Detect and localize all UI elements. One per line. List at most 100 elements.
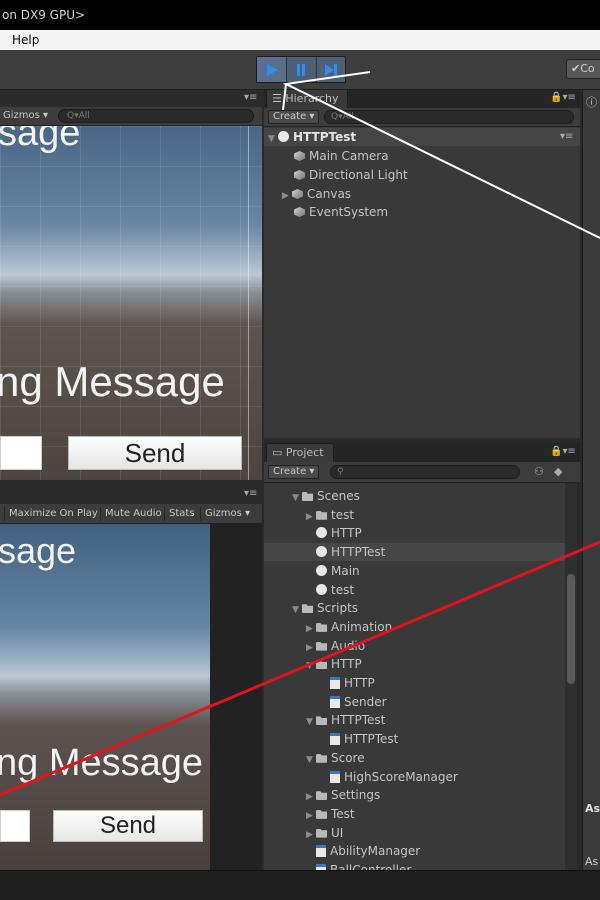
play-button[interactable] [257, 57, 287, 82]
collab-button[interactable]: ✔Co [566, 59, 600, 79]
unity-scene-icon [316, 583, 327, 595]
menu-help[interactable]: Help [12, 30, 39, 50]
panel-menu-icon[interactable]: ▾≡ [244, 92, 257, 103]
hierarchy-item-directional-light[interactable]: Directional Light [294, 166, 408, 184]
mute-audio-toggle[interactable]: Mute Audio [100, 507, 162, 521]
hierarchy-item-canvas[interactable]: ▶ Canvas [282, 185, 351, 203]
game-letterbox [210, 524, 262, 870]
project-folder[interactable]: ▼ Score [306, 749, 365, 767]
csharp-script-icon [330, 695, 340, 708]
scene-title-text: sage [0, 126, 81, 154]
root-menu-icon[interactable]: ▾≡ [560, 128, 573, 146]
unity-scene-icon [278, 131, 289, 142]
project-script-asset[interactable]: Sender [320, 693, 387, 711]
game-viewport[interactable]: sage ng Message Send [0, 524, 210, 870]
hierarchy-item-label: EventSystem [309, 205, 389, 219]
folder-icon [316, 791, 327, 801]
folder-icon [302, 492, 313, 501]
expand-arrow-icon[interactable]: ▶ [306, 508, 316, 526]
maximize-on-play-toggle[interactable]: Maximize On Play [4, 507, 98, 521]
project-script-asset[interactable]: HTTPTest [320, 730, 398, 748]
project-search-input[interactable]: ⚲ [330, 465, 520, 479]
hierarchy-toolbar: Create ▾ Q▾All [264, 108, 580, 127]
project-folder[interactable]: ▶ Audio [306, 637, 365, 655]
expand-arrow-icon[interactable]: ▶ [306, 826, 316, 844]
project-scrollbar[interactable] [565, 484, 577, 870]
collab-label: Co [580, 62, 595, 75]
window-title: on DX9 GPU> [2, 8, 86, 22]
tab-hierarchy[interactable]: ☰ Hierarchy [266, 89, 348, 108]
folder-icon [302, 604, 313, 614]
project-scene-asset[interactable]: test [306, 581, 354, 599]
project-folder[interactable]: ▶ test [306, 506, 354, 524]
expand-arrow-icon[interactable]: ▶ [282, 187, 292, 205]
expand-arrow-icon[interactable]: ▶ [306, 620, 316, 638]
project-folder[interactable]: ▼ Scenes [292, 487, 360, 505]
project-folder[interactable]: ▶ Test [306, 805, 355, 823]
scene-gizmos-dropdown[interactable]: Gizmos ▾ [3, 110, 48, 121]
pause-button[interactable] [286, 57, 315, 82]
project-script-asset[interactable]: HighScoreManager [320, 768, 458, 786]
expand-arrow-icon[interactable]: ▶ [306, 788, 316, 806]
expand-arrow-icon[interactable]: ▼ [292, 489, 302, 507]
panel-menu-icon[interactable]: ▾≡ [244, 488, 257, 499]
tab-project[interactable]: ▭ Project [266, 443, 334, 462]
folder-icon [316, 716, 327, 726]
scene-panel-header: ▾≡ [0, 90, 262, 107]
project-folder[interactable]: ▶ Animation [306, 618, 392, 636]
filter-by-type-icon[interactable]: ⚇ [534, 465, 544, 478]
project-item-label: HTTPTest [331, 713, 386, 728]
folder-icon [316, 828, 327, 838]
project-item-label: HTTPTest [344, 732, 399, 747]
hierarchy-item-label: Main Camera [309, 149, 389, 163]
project-tab-label: Project [285, 446, 324, 459]
project-scene-asset[interactable]: Main [306, 562, 360, 580]
hierarchy-search-input[interactable]: Q▾All [324, 110, 574, 124]
game-gizmos-dropdown[interactable]: Gizmos ▾ [200, 507, 250, 521]
scene-toolbar: Gizmos ▾ Q▾All [0, 107, 262, 126]
scrollbar-thumb[interactable] [567, 574, 575, 684]
expand-arrow-icon[interactable]: ▼ [306, 751, 316, 769]
hierarchy-item-main-camera[interactable]: Main Camera [294, 147, 389, 165]
csharp-script-icon [330, 770, 340, 783]
expand-arrow-icon[interactable]: ▼ [268, 130, 278, 148]
game-message-input[interactable] [0, 810, 30, 842]
lock-icon[interactable]: 🔒▾≡ [550, 92, 576, 103]
filter-by-label-icon[interactable]: ◆ [554, 465, 562, 478]
hierarchy-tab-icon: ☰ [272, 92, 286, 105]
project-item-label: AbilityManager [330, 844, 421, 859]
project-folder[interactable]: ▼ HTTP [306, 655, 362, 673]
expand-arrow-icon[interactable]: ▶ [306, 639, 316, 657]
project-folder[interactable]: ▼ HTTPTest [306, 711, 385, 729]
hierarchy-root-scene[interactable]: ▼ HTTPTest ▾≡ [264, 128, 580, 146]
expand-arrow-icon[interactable]: ▼ [292, 601, 302, 619]
lock-icon[interactable]: 🔒▾≡ [550, 446, 576, 457]
project-folder[interactable]: ▶ UI [306, 824, 343, 842]
expand-arrow-icon[interactable]: ▶ [306, 807, 316, 825]
csharp-script-icon [330, 677, 340, 689]
project-item-label: test [331, 582, 355, 597]
project-scene-asset[interactable]: HTTP [306, 524, 362, 542]
project-item-label: HTTPTest [331, 545, 386, 560]
project-create-dropdown[interactable]: Create ▾ [268, 465, 320, 479]
scene-viewport[interactable]: sage ng Message Send [0, 126, 262, 480]
folder-icon [316, 753, 327, 763]
scene-grid [0, 126, 262, 480]
project-script-asset[interactable]: HTTP [320, 674, 375, 692]
hierarchy-item-eventsystem[interactable]: EventSystem [294, 203, 388, 221]
project-item-label: Sender [344, 694, 387, 709]
gameobject-icon [294, 151, 305, 161]
project-script-asset[interactable]: AbilityManager [306, 842, 420, 860]
menu-bar: Help [0, 30, 600, 50]
game-send-button[interactable]: Send [53, 810, 203, 842]
scene-search-input[interactable]: Q▾All [58, 109, 254, 123]
stats-toggle[interactable]: Stats [164, 507, 195, 521]
project-scene-asset[interactable]: HTTPTest [264, 543, 565, 562]
step-button[interactable] [315, 57, 345, 82]
expand-arrow-icon[interactable]: ▼ [306, 657, 316, 675]
hierarchy-tab-label: Hierarchy [285, 92, 339, 105]
project-folder[interactable]: ▼ Scripts [292, 599, 358, 617]
project-folder[interactable]: ▶ Settings [306, 786, 380, 804]
expand-arrow-icon[interactable]: ▼ [306, 713, 316, 731]
hierarchy-create-dropdown[interactable]: Create ▾ [268, 110, 320, 124]
